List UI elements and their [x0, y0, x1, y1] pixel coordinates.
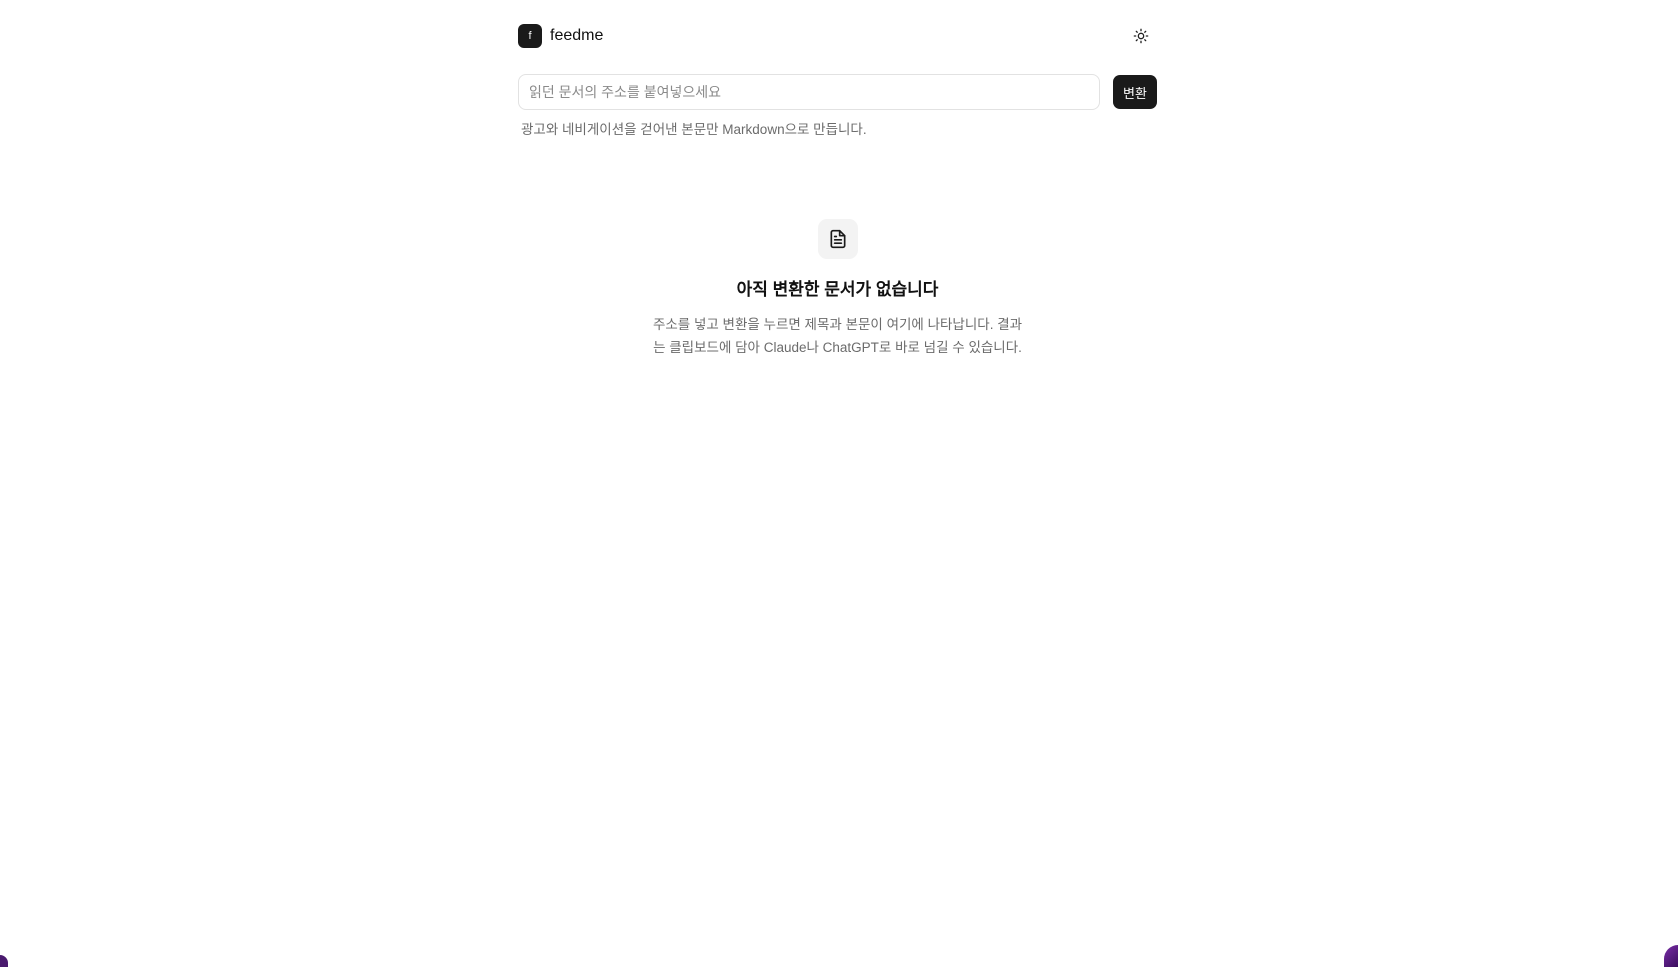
empty-state-description: 주소를 넣고 변환을 누르면 제목과 본문이 여기에 나타납니다. 결과는 클립… — [652, 317, 1023, 355]
url-input[interactable] — [518, 74, 1100, 110]
corner-accent — [1664, 945, 1678, 967]
url-form: 변환 — [518, 74, 1157, 110]
sun-icon — [1133, 28, 1149, 44]
main-container: f feedme 변환 광고와 네비게이션을 걷어낸 본문만 — [518, 0, 1157, 355]
app-header: f feedme — [518, 0, 1157, 74]
empty-state: 아직 변환한 문서가 없습니다 주소를 넣고 변환을 누르면 제목과 본문이 여… — [518, 219, 1157, 359]
page: f feedme 변환 광고와 네비게이션을 걷어낸 본문만 — [0, 0, 1678, 967]
helper-text: 광고와 네비게이션을 걷어낸 본문만 Markdown으로 만듭니다. — [521, 122, 867, 137]
logo-badge: f — [518, 24, 542, 48]
document-icon — [830, 229, 845, 249]
convert-button[interactable]: 변환 — [1113, 75, 1157, 109]
corner-accent-left — [0, 955, 8, 967]
empty-state-title: 아직 변환한 문서가 없습니다 — [736, 280, 939, 299]
app-title: feedme — [550, 27, 604, 44]
theme-toggle-button[interactable] — [1125, 20, 1157, 52]
document-icon-container — [817, 219, 858, 259]
